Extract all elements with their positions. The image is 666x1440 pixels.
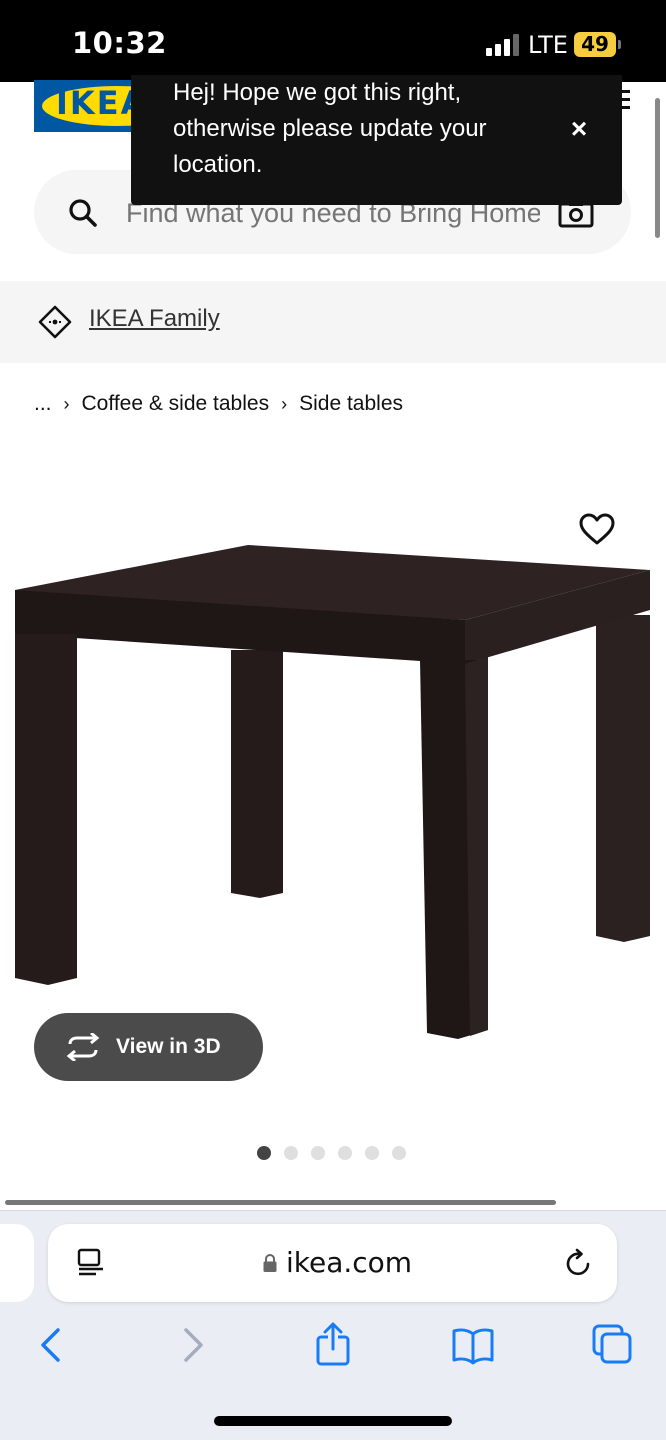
bookmarks-icon[interactable]: [450, 1322, 496, 1368]
home-indicator: [214, 1416, 452, 1426]
reload-icon[interactable]: [564, 1248, 594, 1278]
horizontal-scroll-indicator: [5, 1200, 556, 1205]
chevron-right-icon: ›: [63, 393, 70, 414]
pagination-dot-2[interactable]: [284, 1146, 298, 1160]
chevron-right-icon: ›: [281, 393, 288, 414]
breadcrumb-item-side-tables[interactable]: Side tables: [299, 392, 403, 416]
url-display: ikea.com: [262, 1246, 412, 1279]
battery-nub: [618, 40, 621, 49]
tag-icon: [38, 305, 72, 339]
close-icon[interactable]: ×: [565, 115, 593, 143]
network-type: LTE: [528, 31, 568, 59]
status-time: 10:32: [72, 26, 167, 60]
view-in-3d-button[interactable]: View in 3D: [34, 1013, 263, 1081]
status-bar: 10:32 LTE 49: [0, 0, 666, 82]
view-in-3d-label: View in 3D: [116, 1035, 221, 1058]
reader-mode-icon[interactable]: [76, 1248, 106, 1278]
image-pagination: [257, 1146, 419, 1160]
ikea-family-link[interactable]: IKEA Family: [89, 305, 220, 333]
search-icon: [69, 199, 97, 227]
location-popup: Hej! Hope we got this right, otherwise p…: [131, 75, 622, 205]
pagination-dot-3[interactable]: [311, 1146, 325, 1160]
ikea-logo[interactable]: IKEA: [34, 80, 144, 132]
page-scrollbar[interactable]: [655, 98, 660, 238]
tabs-icon[interactable]: [590, 1322, 636, 1368]
lock-icon: [263, 1253, 277, 1272]
url-text: ikea.com: [286, 1246, 413, 1279]
breadcrumb-item-coffee-side-tables[interactable]: Coffee & side tables: [82, 392, 270, 416]
previous-tab-preview[interactable]: [0, 1224, 34, 1302]
breadcrumb-ellipsis[interactable]: ...: [34, 392, 52, 416]
rotate-3d-icon: [66, 1033, 100, 1061]
back-icon[interactable]: [28, 1322, 74, 1368]
pagination-dot-4[interactable]: [338, 1146, 352, 1160]
forward-icon[interactable]: [170, 1322, 216, 1368]
pagination-dot-6[interactable]: [392, 1146, 406, 1160]
address-bar[interactable]: ikea.com: [48, 1224, 617, 1302]
product-image[interactable]: [0, 470, 666, 1060]
signal-icon: [486, 34, 520, 56]
battery-icon: 49: [574, 32, 616, 57]
share-icon[interactable]: [310, 1322, 356, 1368]
pagination-dot-5[interactable]: [365, 1146, 379, 1160]
breadcrumb: ... › Coffee & side tables › Side tables: [34, 390, 403, 418]
location-message: Hej! Hope we got this right, otherwise p…: [173, 79, 487, 178]
pagination-dot-1[interactable]: [257, 1146, 271, 1160]
family-bar: IKEA Family: [0, 281, 666, 363]
heart-icon[interactable]: [578, 512, 616, 546]
